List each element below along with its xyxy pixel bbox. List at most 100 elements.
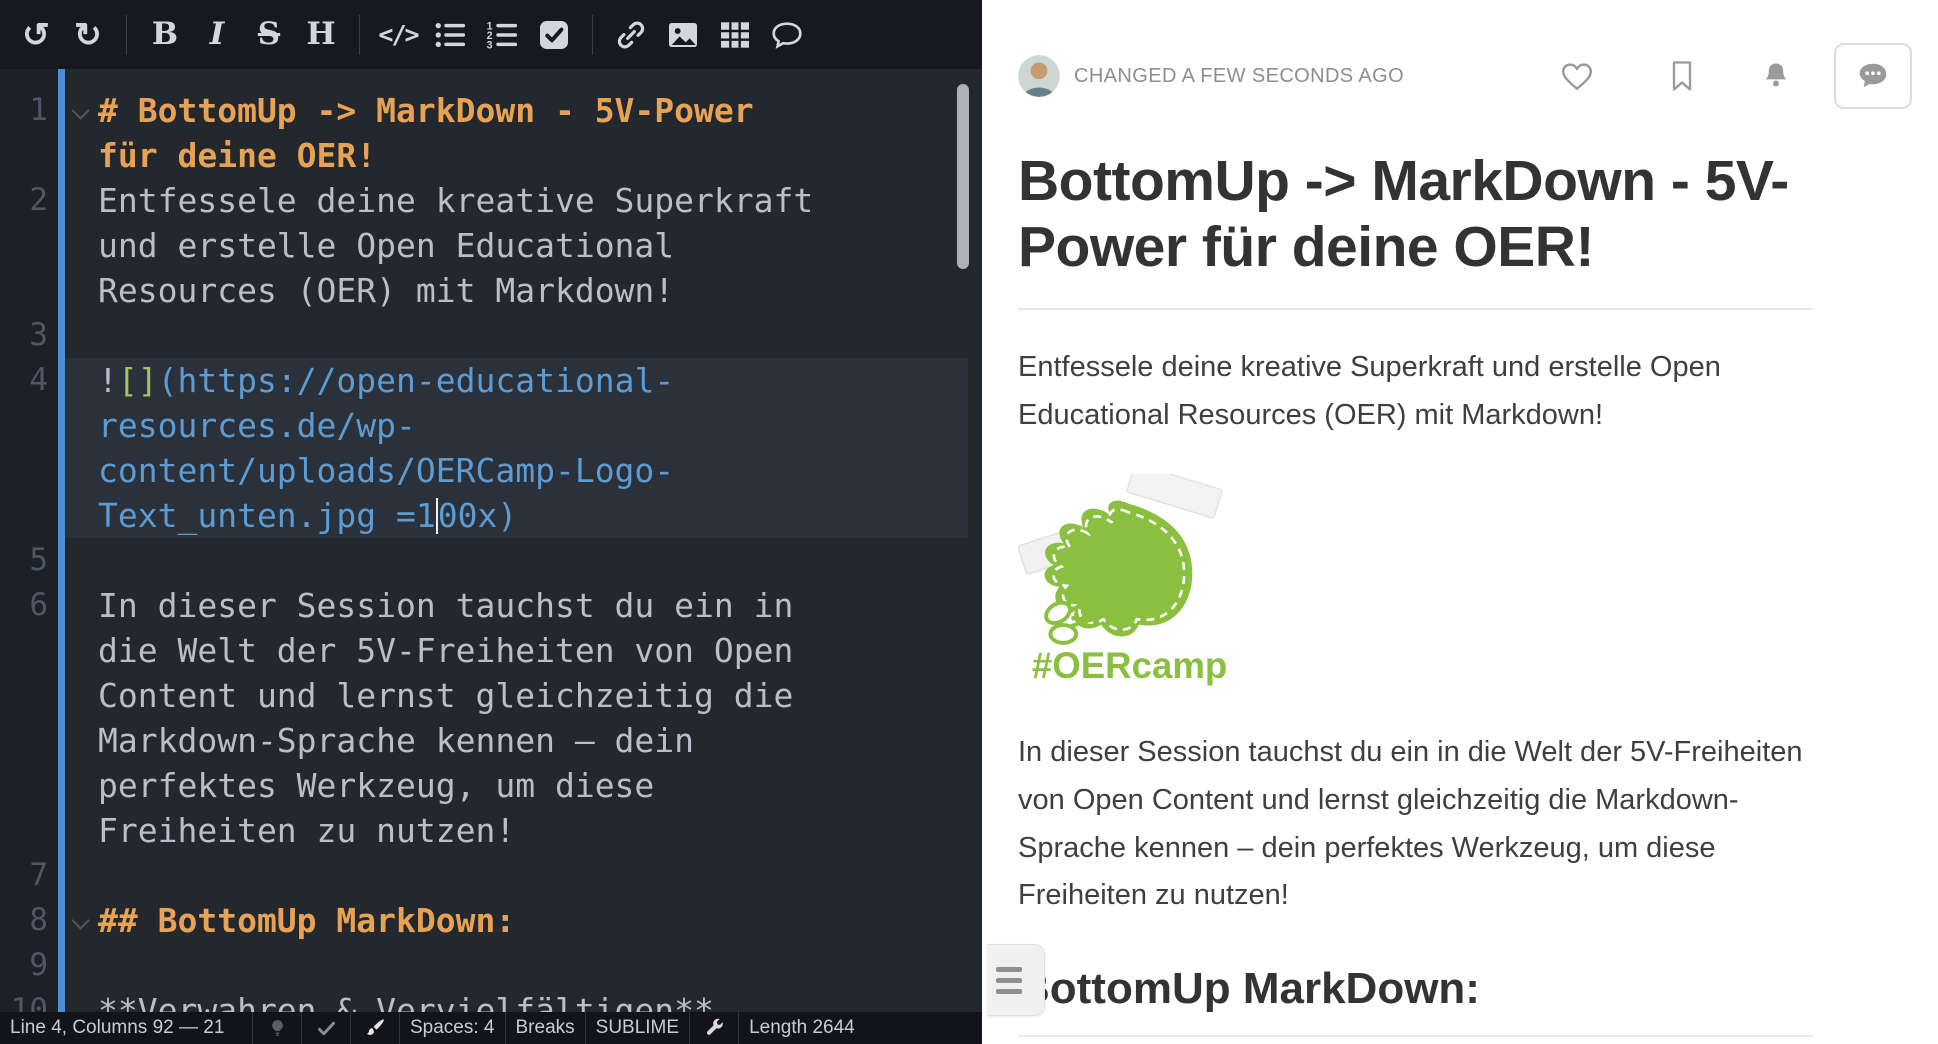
code-line-10[interactable]: 10 **Verwahren & Vervielfältigen**	[0, 988, 982, 1012]
toolbar-heading-button[interactable]: H	[295, 11, 347, 59]
toolbar-italic-button[interactable]: I	[191, 11, 243, 59]
comment-icon	[771, 19, 803, 51]
toolbar-link-button[interactable]	[605, 11, 657, 59]
status-label[interactable]: Breaks	[505, 1012, 585, 1044]
line-number: 7	[0, 853, 48, 898]
toolbar-divider	[592, 15, 593, 55]
code-segment: (https://open-educational-	[158, 361, 675, 400]
code-line-5[interactable]: 5	[0, 538, 982, 583]
editor-toolbar: ↺ ↻ B I SH </> 123	[0, 0, 982, 69]
code-segment: **Verwahren & Vervielfältigen**	[98, 991, 714, 1012]
line-number: 10	[0, 988, 48, 1012]
line-number: 3	[0, 313, 48, 358]
code-segment: resources.de/wp-	[98, 406, 416, 445]
code-row: 4![](https://open-educational-	[0, 358, 982, 403]
line-number: 9	[0, 943, 48, 988]
heading-icon: H	[306, 19, 335, 50]
code-segment: In dieser Session tauchst du ein in	[98, 586, 793, 625]
code-segment: für deine OER!	[98, 136, 376, 175]
ul-list-icon	[434, 19, 466, 51]
code-line-2[interactable]: 2Entfessele deine kreative Superkraftund…	[0, 178, 982, 313]
status-label[interactable]: Length 2644	[738, 1012, 865, 1044]
code-editor[interactable]: 1# BottomUp -> MarkDown - 5V-Powerfür de…	[0, 69, 982, 1012]
code-row: Text_unten.jpg =100x)	[0, 493, 982, 538]
code-content: 1# BottomUp -> MarkDown - 5V-Powerfür de…	[0, 69, 982, 1012]
status-wrench-icon[interactable]	[689, 1012, 738, 1044]
code-line-6[interactable]: 6 In dieser Session tauchst du ein in die …	[0, 583, 982, 853]
preview-pane: CHANGED A FEW SECONDS AGO	[982, 0, 1938, 1044]
comment-icon	[1856, 60, 1890, 92]
status-brush-icon[interactable]	[350, 1012, 399, 1044]
status-label[interactable]: Spaces: 4	[399, 1012, 505, 1044]
toolbar-ul-list-button[interactable]	[424, 11, 476, 59]
toolbar-code-button[interactable]: </>	[372, 11, 424, 59]
checkbox-icon	[538, 19, 570, 51]
comments-button[interactable]	[1834, 43, 1912, 109]
code-segment: []	[118, 361, 158, 400]
oercamp-wordmark: #OERcamp	[1032, 645, 1226, 686]
code-row: Markdown-Sprache kennen – dein	[0, 718, 982, 763]
heart-icon[interactable]	[1560, 60, 1594, 92]
h2-divider	[1018, 1035, 1813, 1037]
toolbar-image-button[interactable]	[657, 11, 709, 59]
code-row: Content und lernst gleichzeitig die	[0, 673, 982, 718]
avatar[interactable]	[1018, 55, 1060, 97]
pane-resize-grip[interactable]	[987, 944, 1045, 1016]
toolbar-checkbox-button[interactable]	[528, 11, 580, 59]
app-window: ↺ ↻ B I SH </> 123 1# BottomUp -> MarkDown - 5…	[0, 0, 1938, 1044]
strikethrough-icon: S	[258, 19, 280, 50]
code-line-8[interactable]: 8 ## BottomUp MarkDown:	[0, 898, 982, 943]
status-check-icon[interactable]	[301, 1012, 350, 1044]
code-row: 8 ## BottomUp MarkDown:	[0, 898, 982, 943]
doc-heading-2: BottomUp MarkDown:	[1018, 964, 1813, 1015]
code-line-7[interactable]: 7	[0, 853, 982, 898]
code-segment: die Welt der 5V-Freiheiten von Open	[98, 631, 793, 670]
bell-icon[interactable]	[1760, 60, 1792, 92]
redo-icon: ↻	[74, 18, 102, 51]
code-segment: Entfessele deine kreative Superkraft	[98, 181, 813, 220]
code-segment: Freiheiten zu nutzen!	[98, 811, 515, 850]
editor-scrollbar-thumb[interactable]	[957, 84, 969, 269]
code-segment: ## BottomUp MarkDown:	[98, 901, 515, 940]
line-number: 6	[0, 583, 48, 628]
code-row: für deine OER!	[0, 133, 982, 178]
toolbar-ol-list-button[interactable]: 123	[476, 11, 528, 59]
toolbar-comment-button[interactable]	[761, 11, 813, 59]
code-row: 2Entfessele deine kreative Superkraft	[0, 178, 982, 223]
fold-chevron-icon[interactable]	[71, 911, 89, 929]
toolbar-bold-button[interactable]: B	[139, 11, 191, 59]
code-line-1[interactable]: 1# BottomUp -> MarkDown - 5V-Powerfür de…	[0, 88, 982, 178]
code-row: resources.de/wp-	[0, 403, 982, 448]
toolbar-redo-button[interactable]: ↻	[62, 11, 114, 59]
preview-header: CHANGED A FEW SECONDS AGO	[982, 0, 1938, 110]
doc-paragraph-1: Entfessele deine kreative Superkraft und…	[1018, 344, 1813, 440]
code-line-9[interactable]: 9	[0, 943, 982, 988]
undo-icon: ↺	[22, 18, 50, 51]
code-row: 1# BottomUp -> MarkDown - 5V-Power	[0, 88, 982, 133]
line-number: 8	[0, 898, 48, 943]
image-icon	[667, 19, 699, 51]
status-label[interactable]: Line 4, Columns 92 — 21	[0, 1012, 252, 1044]
code-row: Freiheiten zu nutzen!	[0, 808, 982, 853]
toolbar-undo-button[interactable]: ↺	[10, 11, 62, 59]
code-segment: 00x)	[438, 496, 517, 535]
status-lightbulb-icon[interactable]	[252, 1012, 301, 1044]
fold-chevron-icon[interactable]	[71, 101, 89, 119]
toolbar-strikethrough-button[interactable]: S	[243, 11, 295, 59]
toolbar-table-button[interactable]	[709, 11, 761, 59]
status-label[interactable]: SUBLIME	[585, 1012, 689, 1044]
code-line-4[interactable]: 4![](https://open-educational-resources.…	[0, 358, 982, 538]
editor-pane: ↺ ↻ B I SH </> 123 1# BottomUp -> MarkDown - 5…	[0, 0, 982, 1044]
bold-icon: B	[152, 19, 178, 50]
code-row: die Welt der 5V-Freiheiten von Open	[0, 628, 982, 673]
last-changed-text: CHANGED A FEW SECONDS AGO	[1074, 65, 1404, 88]
code-line-3[interactable]: 3	[0, 313, 982, 358]
bookmark-icon[interactable]	[1668, 60, 1696, 92]
table-icon	[719, 19, 751, 51]
code-row: 10 **Verwahren & Vervielfältigen**	[0, 988, 982, 1012]
italic-icon: I	[210, 19, 225, 50]
code-row: und erstelle Open Educational	[0, 223, 982, 268]
code-row: perfektes Werkzeug, um diese	[0, 763, 982, 808]
line-number: 5	[0, 538, 48, 583]
ol-list-icon: 123	[486, 19, 518, 51]
